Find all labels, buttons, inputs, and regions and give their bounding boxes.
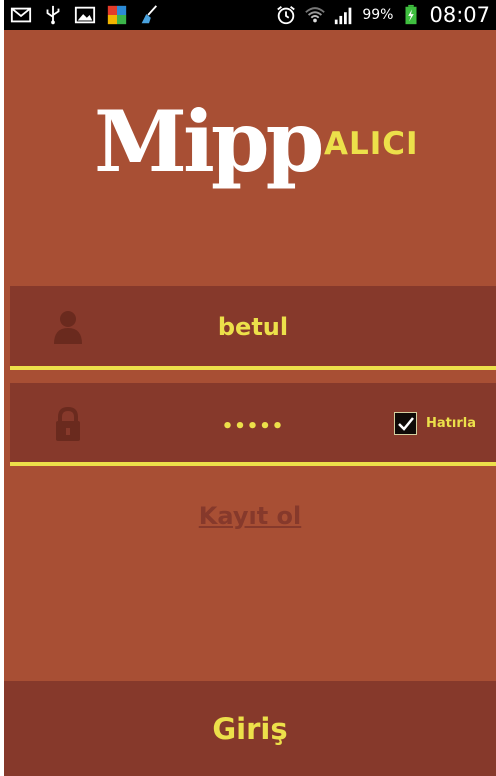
clock: 08:07 <box>429 3 490 27</box>
signal-icon <box>335 7 352 25</box>
notification-icons <box>10 4 160 26</box>
checkmark-icon <box>397 416 414 431</box>
username-underline <box>10 366 496 370</box>
battery-percent: 99% <box>362 7 394 23</box>
user-icon <box>54 311 82 344</box>
usb-icon <box>46 5 60 25</box>
app-icon <box>107 5 127 25</box>
lock-icon <box>56 407 80 441</box>
logo-wordmark: Mipp <box>94 92 324 191</box>
username-input[interactable]: betul <box>140 286 366 368</box>
broom-icon <box>141 5 158 24</box>
password-input[interactable]: ••••• <box>140 386 366 468</box>
status-bar: 99% 08:07 <box>4 0 496 30</box>
wifi-icon <box>305 7 326 23</box>
register-link[interactable]: Kayıt ol <box>4 502 496 530</box>
password-underline <box>10 462 496 466</box>
app-screen: 99% 08:07 Mipp ALICI betul ••••• Hatırla… <box>4 0 496 776</box>
remember-label: Hatırla <box>426 416 476 431</box>
login-button[interactable]: Giriş <box>4 681 496 776</box>
username-field[interactable]: betul <box>10 286 496 368</box>
remember-me[interactable]: Hatırla <box>394 412 476 435</box>
alarm-icon <box>277 6 296 25</box>
logo-subtitle: ALICI <box>324 126 419 162</box>
mail-icon <box>10 7 32 23</box>
password-field[interactable]: ••••• Hatırla <box>10 383 496 465</box>
system-status: 99% 08:07 <box>275 3 490 27</box>
app-logo: Mipp ALICI <box>94 92 434 192</box>
battery-charging-icon <box>405 4 417 25</box>
image-icon <box>74 6 96 24</box>
remember-checkbox[interactable] <box>394 412 417 435</box>
